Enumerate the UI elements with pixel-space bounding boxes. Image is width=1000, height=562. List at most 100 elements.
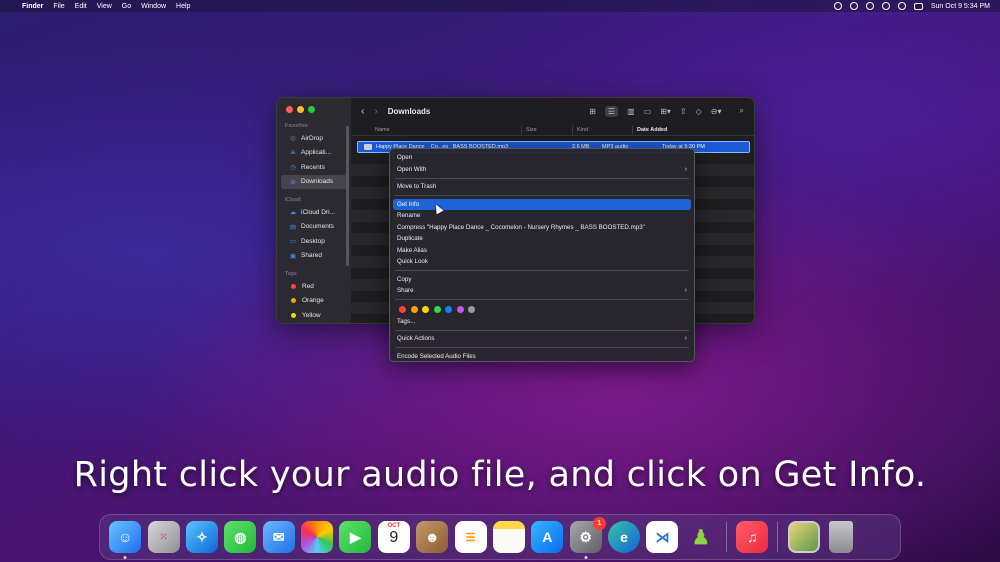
column-size[interactable]: Size <box>521 125 572 135</box>
icon-view-icon[interactable]: ⊞ <box>589 107 596 116</box>
app-store-app-icon[interactable]: A <box>531 521 564 553</box>
android-app-icon[interactable]: ♟ <box>685 521 717 553</box>
user-icon[interactable] <box>865 2 874 10</box>
cloud-icon: ☁ <box>289 209 297 217</box>
sidebar-item-shared[interactable]: ▣ Shared <box>281 249 347 264</box>
list-view-icon[interactable]: ☰ <box>604 105 619 117</box>
system-settings-app-icon[interactable]: ⚙ 1 <box>569 517 606 559</box>
menu-item-copy[interactable]: Copy <box>393 274 691 286</box>
sidebar-item-documents[interactable]: ▤ Documents <box>281 220 347 235</box>
trash-icon[interactable] <box>828 521 853 553</box>
red-tag-icon <box>291 283 296 289</box>
context-menu: Open Open With › Move to Trash Get Info … <box>389 148 695 362</box>
tag-green-button[interactable] <box>433 305 441 313</box>
menu-view[interactable]: View <box>97 3 112 10</box>
tag-orange-button[interactable] <box>410 305 418 313</box>
image-thumbnail-icon[interactable] <box>787 521 820 553</box>
menu-item-share[interactable]: Share › <box>393 285 691 297</box>
sidebar-item-label: Downloads <box>301 178 334 186</box>
menu-item-move-to-trash[interactable]: Move to Trash <box>393 181 691 193</box>
menu-item-open-with[interactable]: Open With › <box>393 164 691 176</box>
dock-separator <box>726 522 727 552</box>
facetime-app-icon[interactable]: ▶ <box>339 521 372 553</box>
forward-button[interactable]: › <box>374 106 377 117</box>
music-app-icon[interactable]: ♫ <box>736 521 769 553</box>
tag-yellow-button[interactable] <box>422 305 429 313</box>
contacts-app-icon[interactable]: ☻ <box>416 521 449 553</box>
zoom-button[interactable] <box>308 106 315 113</box>
wifi-icon[interactable] <box>881 2 890 10</box>
clock[interactable]: Sun Oct 9 5:34 PM <box>931 3 990 10</box>
sidebar-item-recents[interactable]: ◷ Recents <box>281 160 347 175</box>
tag-gray-button[interactable] <box>468 305 475 313</box>
mail-app-icon[interactable]: ✉ <box>262 521 295 553</box>
safari-app-icon[interactable]: ✧ <box>185 521 218 553</box>
sidebar-item-label: iCloud Dri... <box>301 208 335 216</box>
close-button[interactable] <box>286 106 293 113</box>
menu-item-open[interactable]: Open <box>393 152 691 164</box>
more-actions-icon[interactable]: ⊖▾ <box>711 107 722 116</box>
airdrop-icon: ◎ <box>290 135 296 143</box>
column-date-added[interactable]: Date Added <box>632 125 754 135</box>
menu-item-tags[interactable]: Tags... <box>393 316 691 328</box>
calendar-app-icon[interactable]: OCT 9 <box>377 521 410 553</box>
share-icon[interactable]: ⇧ <box>680 107 687 116</box>
sidebar-item-icloud-drive[interactable]: ☁ iCloud Dri... <box>281 205 347 220</box>
gallery-view-icon[interactable]: ▭ <box>644 107 652 116</box>
menu-window[interactable]: Window <box>141 3 166 10</box>
photos-app-icon[interactable] <box>301 521 334 553</box>
sidebar-item-downloads[interactable]: ⊕ Downloads <box>281 174 347 189</box>
menu-item-make-alias[interactable]: Make Alias <box>393 245 691 257</box>
menu-separator <box>395 195 689 196</box>
reminders-app-icon[interactable]: ☰ <box>454 521 487 553</box>
menu-item-quick-actions[interactable]: Quick Actions › <box>393 333 691 345</box>
search-icon[interactable] <box>897 2 906 10</box>
edge-app-icon[interactable]: e <box>608 521 641 553</box>
group-by-icon[interactable]: ⊞▾ <box>660 107 671 116</box>
folder-title: Downloads <box>387 106 431 116</box>
column-kind[interactable]: Kind <box>572 125 632 135</box>
tag-icon[interactable]: ◇ <box>696 107 702 116</box>
notes-app-icon[interactable] <box>492 521 525 553</box>
sidebar-scrollbar[interactable] <box>346 126 349 266</box>
column-name[interactable]: Name <box>351 125 521 135</box>
record-icon[interactable] <box>833 2 842 10</box>
minimize-button[interactable] <box>297 106 304 113</box>
menu-edit[interactable]: Edit <box>75 3 87 10</box>
yellow-tag-icon <box>291 312 296 318</box>
chevron-right-icon: › <box>684 287 687 295</box>
messages-app-icon[interactable]: ◍ <box>224 521 257 553</box>
tag-blue-button[interactable] <box>445 305 452 313</box>
menu-bar: Finder File Edit View Go Window Help Sun… <box>0 0 1000 12</box>
menu-item-compress[interactable]: Compress "Happy Place Dance _ Cocomelon … <box>393 222 691 234</box>
sidebar-item-tag-orange[interactable]: Orange <box>281 294 347 309</box>
menu-app-name[interactable]: Finder <box>22 3 43 10</box>
sidebar-item-applications[interactable]: ⟁ Applicati... <box>281 146 347 161</box>
dock: ☺ ⁙ ✧ ◍ ✉ ▶ OCT 9 ☻ ☰ A ⚙ 1 e ⋊ ♟ ♫ <box>99 514 901 560</box>
menu-item-duplicate[interactable]: Duplicate <box>393 233 691 245</box>
tag-purple-button[interactable] <box>456 305 464 313</box>
back-button[interactable]: ‹ <box>361 106 364 117</box>
play-icon[interactable] <box>849 2 858 10</box>
sidebar-item-desktop[interactable]: ▭ Desktop <box>281 234 347 249</box>
menu-file[interactable]: File <box>53 3 64 10</box>
document-icon: ▤ <box>289 223 297 231</box>
search-icon[interactable]: ⌕ <box>740 106 744 116</box>
sidebar-item-airdrop[interactable]: ◎ AirDrop <box>281 131 347 146</box>
menu-item-quick-look[interactable]: Quick Look <box>393 256 691 268</box>
desktop-icon: ▭ <box>289 238 297 246</box>
finder-app-icon[interactable]: ☺ <box>109 521 142 559</box>
menu-item-encode-audio[interactable]: Encode Selected Audio Files <box>393 351 691 363</box>
menu-help[interactable]: Help <box>176 3 190 10</box>
control-center-icon[interactable] <box>913 2 923 10</box>
column-view-icon[interactable]: ▥ <box>627 107 635 116</box>
sidebar-item-tag-red[interactable]: Red <box>281 279 347 294</box>
launchpad-app-icon[interactable]: ⁙ <box>147 521 180 553</box>
column-header: Name Size Kind Date Added <box>351 125 754 136</box>
sidebar-item-tag-yellow[interactable]: Yellow <box>281 308 347 323</box>
tag-red-button[interactable] <box>399 305 406 313</box>
vscode-app-icon[interactable]: ⋊ <box>646 521 679 553</box>
calendar-day: 9 <box>389 529 399 546</box>
menu-go[interactable]: Go <box>122 3 131 10</box>
clock-icon: ◷ <box>290 164 296 172</box>
